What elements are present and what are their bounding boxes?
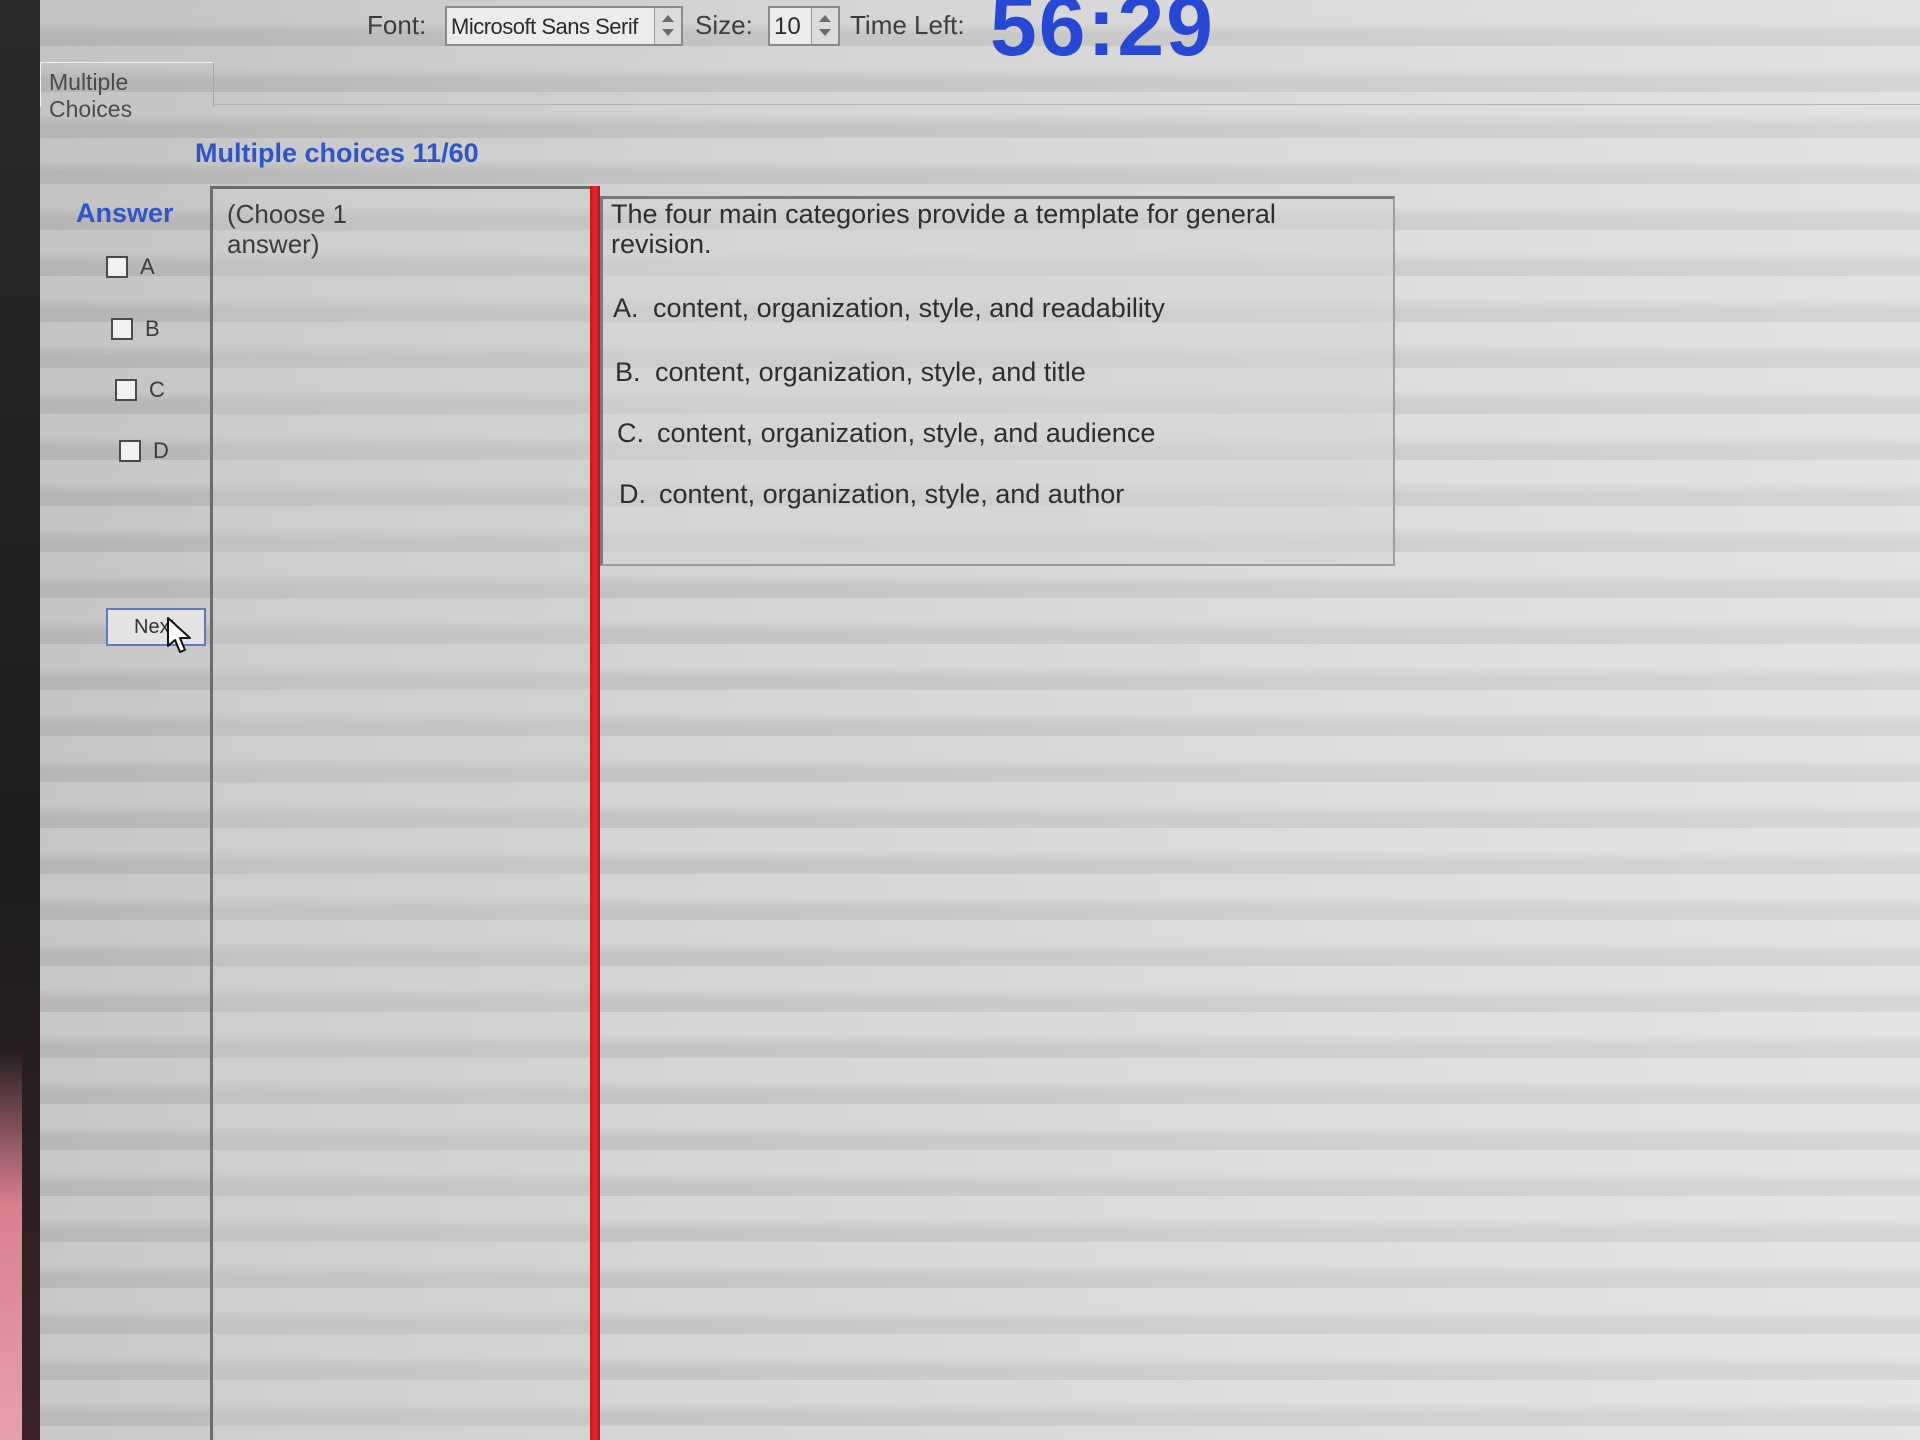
checkbox[interactable] bbox=[111, 318, 133, 340]
tab-multiple-choices[interactable]: Multiple Choices bbox=[40, 62, 214, 122]
answer-letter: C bbox=[149, 377, 165, 402]
option-b: B. content, organization, style, and titl… bbox=[615, 357, 1086, 388]
spin-up-icon[interactable] bbox=[819, 15, 831, 22]
spin-up-icon[interactable] bbox=[662, 15, 674, 22]
option-letter: B. bbox=[615, 357, 641, 387]
exam-window: Font: Microsoft Sans Serif Size: 10 Time… bbox=[40, 0, 1920, 1440]
time-left-label: Time Left: bbox=[850, 10, 965, 40]
question-text: The four main categories provide a templ… bbox=[611, 199, 1276, 259]
size-value: 10 bbox=[774, 13, 801, 40]
arrow-pointer-icon bbox=[167, 617, 191, 653]
font-select-value: Microsoft Sans Serif bbox=[451, 14, 638, 39]
checkbox[interactable] bbox=[106, 256, 128, 278]
option-a: A. content, organization, style, and read… bbox=[613, 293, 1165, 324]
answer-letter: D bbox=[153, 438, 169, 463]
option-letter: D. bbox=[619, 479, 646, 509]
question-counter-heading: Multiple choices 11/60 bbox=[195, 138, 479, 168]
option-text: content, organization, style, and audien… bbox=[657, 418, 1156, 448]
option-c: C. content, organization, style, and audi… bbox=[617, 418, 1155, 449]
option-text: content, organization, style, and readab… bbox=[653, 293, 1165, 323]
instructions-text: (Choose 1 answer) bbox=[227, 199, 347, 259]
answer-letter: A bbox=[140, 254, 155, 279]
option-letter: C. bbox=[617, 418, 644, 448]
tab-label: Multiple Choices bbox=[49, 69, 133, 122]
option-letter: A. bbox=[613, 293, 639, 323]
font-spinner[interactable] bbox=[654, 8, 681, 44]
question-panel: The four main categories provide a templ… bbox=[600, 196, 1395, 566]
option-d: D. content, organization, style, and auth… bbox=[619, 479, 1124, 510]
tab-divider bbox=[212, 104, 1920, 105]
size-stepper[interactable]: 10 bbox=[768, 6, 840, 46]
answer-letter: B bbox=[145, 316, 160, 341]
spin-down-icon[interactable] bbox=[662, 29, 674, 36]
size-spinner[interactable] bbox=[811, 8, 838, 44]
bezel-glow bbox=[0, 1050, 22, 1440]
answer-heading: Answer bbox=[76, 198, 174, 228]
toolbar: Font: Microsoft Sans Serif Size: 10 Time… bbox=[40, 0, 1920, 73]
font-select[interactable]: Microsoft Sans Serif bbox=[445, 6, 683, 46]
time-left-timer: 56:29 bbox=[990, 0, 1215, 73]
option-text: content, organization, style, and author bbox=[659, 479, 1125, 509]
font-label: Font: bbox=[367, 10, 427, 40]
checkbox[interactable] bbox=[115, 379, 137, 401]
option-text: content, organization, style, and title bbox=[655, 357, 1086, 387]
spin-down-icon[interactable] bbox=[819, 29, 831, 36]
instructions-panel: (Choose 1 answer) bbox=[210, 186, 592, 1440]
size-label: Size: bbox=[695, 10, 753, 40]
checkbox[interactable] bbox=[119, 440, 141, 462]
panel-divider[interactable] bbox=[590, 186, 600, 1440]
